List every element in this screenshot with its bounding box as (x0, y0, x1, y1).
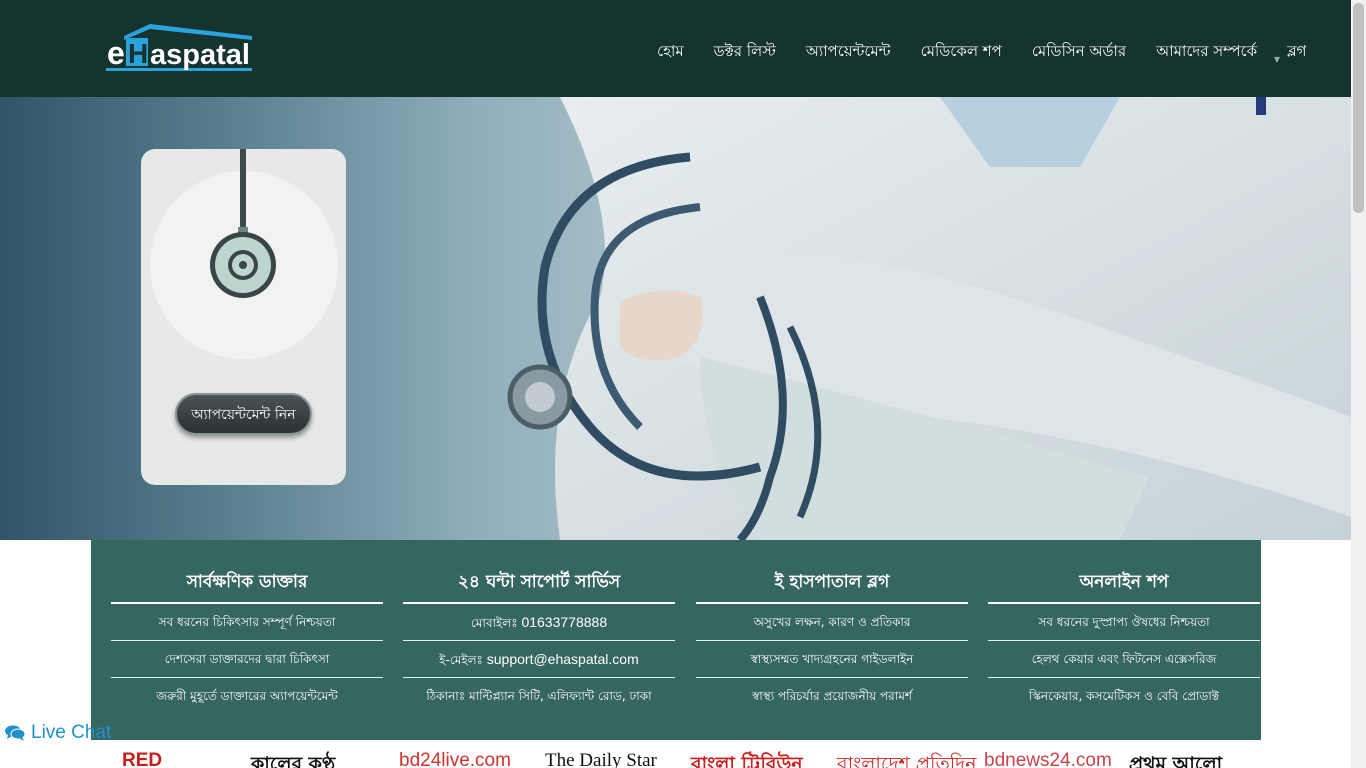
feature-item: অসুখের লক্ষন, কারণ ও প্রতিকার (696, 604, 968, 641)
feature-item: হেলথ কেয়ার এবং ফিটনেস এক্সেসরিজ (988, 641, 1260, 678)
feature-item: দেশসেরা ডাক্তারদের দ্বারা চিকিৎসা (111, 641, 383, 678)
live-chat-label: Live Chat (31, 722, 112, 743)
hero-banner: অ্যাপয়েন্টমেন্ট নিন (0, 97, 1351, 540)
site-logo[interactable]: e H aspatal (106, 22, 252, 72)
page-scrollbar[interactable] (1351, 0, 1366, 768)
page: e H aspatal হোম ডক্টর লিস্ট অ্যাপয়েন্টম… (0, 0, 1366, 768)
media-logos-strip: RED কালের কণ্ঠ bd24live.com The Daily St… (91, 741, 1261, 768)
feature-item: জরুরী মুহূর্তে ডাক্তারের অ্যাপয়েন্টমেন্… (156, 689, 338, 703)
media-logo-red[interactable]: RED (122, 750, 162, 768)
feature-column-doctor: সার্বক্ষণিক ডাক্তার সব ধরনের চিকিৎসার সম… (111, 540, 383, 715)
media-logo-kaler-kantho[interactable]: কালের কণ্ঠ (251, 750, 335, 768)
main-nav: হোম ডক্টর লিস্ট অ্যাপয়েন্টমেন্ট মেডিকেল… (642, 40, 1321, 65)
take-appointment-button[interactable]: অ্যাপয়েন্টমেন্ট নিন (175, 393, 312, 435)
chat-bubbles-icon (5, 725, 25, 741)
feature-title: ২৪ ঘন্টা সাপোর্ট সার্ভিস (403, 540, 675, 604)
features-panel: সার্বক্ষণিক ডাক্তার সব ধরনের চিকিৎসার সম… (91, 540, 1261, 740)
feature-title: ই হাসপাতাল ব্লগ (696, 540, 968, 604)
nav-about-us[interactable]: আমাদের সম্পর্কে ▼ (1141, 40, 1280, 65)
contact-address-value: মাল্টিপ্ল্যান সিটি, এলিফ্যান্ট রোড, ঢাকা (468, 689, 652, 703)
logo-h: H (128, 38, 148, 69)
live-chat-button[interactable]: Live Chat (5, 722, 111, 744)
media-logo-bangladesh-pratidin[interactable]: বাংলাদেশ প্রতিদিন (837, 750, 976, 768)
feature-item: সব ধরনের দুস্প্রাপ্য ঔষধের নিশ্চয়তা (988, 604, 1260, 641)
feature-title: সার্বক্ষণিক ডাক্তার (111, 540, 383, 604)
logo-rest: aspatal (150, 39, 250, 71)
nav-medicine-order[interactable]: মেডিসিন অর্ডার (1017, 40, 1141, 65)
contact-email-value[interactable]: support@ehaspatal.com (487, 651, 639, 667)
contact-mobile-label: মোবাইলঃ (470, 616, 522, 630)
media-logo-bangla-tribune[interactable]: বাংলা ট্রিবিউন (691, 750, 803, 768)
feature-title: অনলাইন শপ (988, 540, 1260, 604)
scrollbar-thumb[interactable] (1353, 3, 1364, 213)
contact-address: ঠিকানাঃ মাল্টিপ্ল্যান সিটি, এলিফ্যান্ট র… (403, 678, 675, 715)
feature-item: স্বাস্থ্য পরিচর্যার প্রয়োজনীয় পরামর্শ (751, 689, 913, 703)
feature-item: স্বাস্থ্যসম্মত খাদ্যগ্রহনের গাইডলাইন (696, 641, 968, 678)
nav-appointment[interactable]: অ্যাপয়েন্টমেন্ট (791, 40, 906, 65)
contact-mobile: মোবাইলঃ 01633778888 (403, 604, 675, 641)
contact-address-label: ঠিকানাঃ (426, 689, 469, 703)
media-logo-prothom-alo[interactable]: প্রথম আলো (1129, 750, 1222, 768)
nav-home[interactable]: হোম (642, 40, 699, 65)
media-logo-daily-star[interactable]: The Daily Star (545, 750, 657, 768)
feature-item: সব ধরনের চিকিৎসার সম্পূর্ণ নিশ্চয়তা (111, 604, 383, 641)
feature-item: স্কিনকেয়ার, কসমেটিকস ও বেবি প্রোডাক্ট (1028, 689, 1220, 703)
contact-email-label: ই-মেইলঃ (439, 653, 487, 667)
nav-doctor-list[interactable]: ডক্টর লিস্ট (699, 40, 791, 65)
media-logo-bdnews24[interactable]: bdnews24.com (984, 750, 1112, 768)
media-logo-bd24live[interactable]: bd24live.com (399, 750, 511, 768)
feature-column-shop: অনলাইন শপ সব ধরনের দুস্প্রাপ্য ঔষধের নিশ… (988, 540, 1260, 715)
nav-medical-shop[interactable]: মেডিকেল শপ (906, 40, 1017, 65)
feature-column-support: ২৪ ঘন্টা সাপোর্ট সার্ভিস মোবাইলঃ 0163377… (403, 540, 675, 715)
chevron-down-icon: ▼ (1273, 55, 1281, 64)
contact-mobile-value[interactable]: 01633778888 (521, 614, 607, 630)
nav-about-us-label: আমাদের সম্পর্কে (1156, 42, 1258, 60)
logo-e: e (107, 35, 125, 71)
contact-email: ই-মেইলঃ support@ehaspatal.com (403, 641, 675, 678)
site-header: e H aspatal হোম ডক্টর লিস্ট অ্যাপয়েন্টম… (0, 0, 1351, 97)
feature-column-blog: ই হাসপাতাল ব্লগ অসুখের লক্ষন, কারণ ও প্র… (696, 540, 968, 715)
